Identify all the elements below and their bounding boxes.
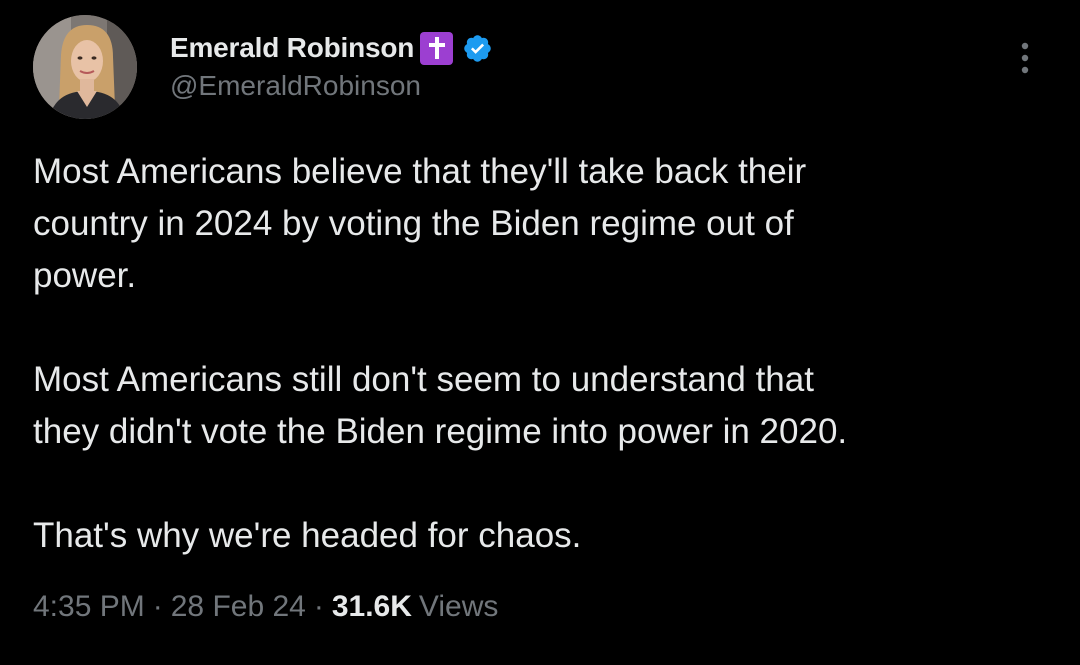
views-label: Views <box>418 590 499 623</box>
more-vertical-icon[interactable] <box>1010 36 1040 80</box>
post-time[interactable]: 4:35 PM <box>33 590 145 624</box>
tweet-card: Emerald Robinson @EmeraldRobinson Most A… <box>0 0 1080 665</box>
verified-checkmark-icon[interactable] <box>462 33 493 64</box>
tweet-paragraph: Most Americans still don't seem to under… <box>33 360 848 451</box>
avatar-image <box>33 15 137 119</box>
views-count: 31.6K <box>331 590 412 623</box>
author-name-row: Emerald Robinson <box>170 30 493 66</box>
post-date[interactable]: 28 Feb 24 <box>171 590 306 624</box>
latin-cross-icon <box>420 31 454 65</box>
author-handle[interactable]: @EmeraldRobinson <box>170 70 421 102</box>
tweet-paragraph: That's why we're headed for chaos. <box>33 516 582 555</box>
meta-separator: · <box>313 590 324 623</box>
tweet-paragraph: Most Americans believe that they'll take… <box>33 152 807 295</box>
display-name[interactable]: Emerald Robinson <box>170 32 414 64</box>
avatar[interactable] <box>33 15 137 119</box>
meta-separator: · <box>152 590 163 623</box>
tweet-meta: 4:35 PM · 28 Feb 24 · 31.6K Views <box>33 590 498 624</box>
tweet-text: Most Americans believe that they'll take… <box>33 146 1043 562</box>
